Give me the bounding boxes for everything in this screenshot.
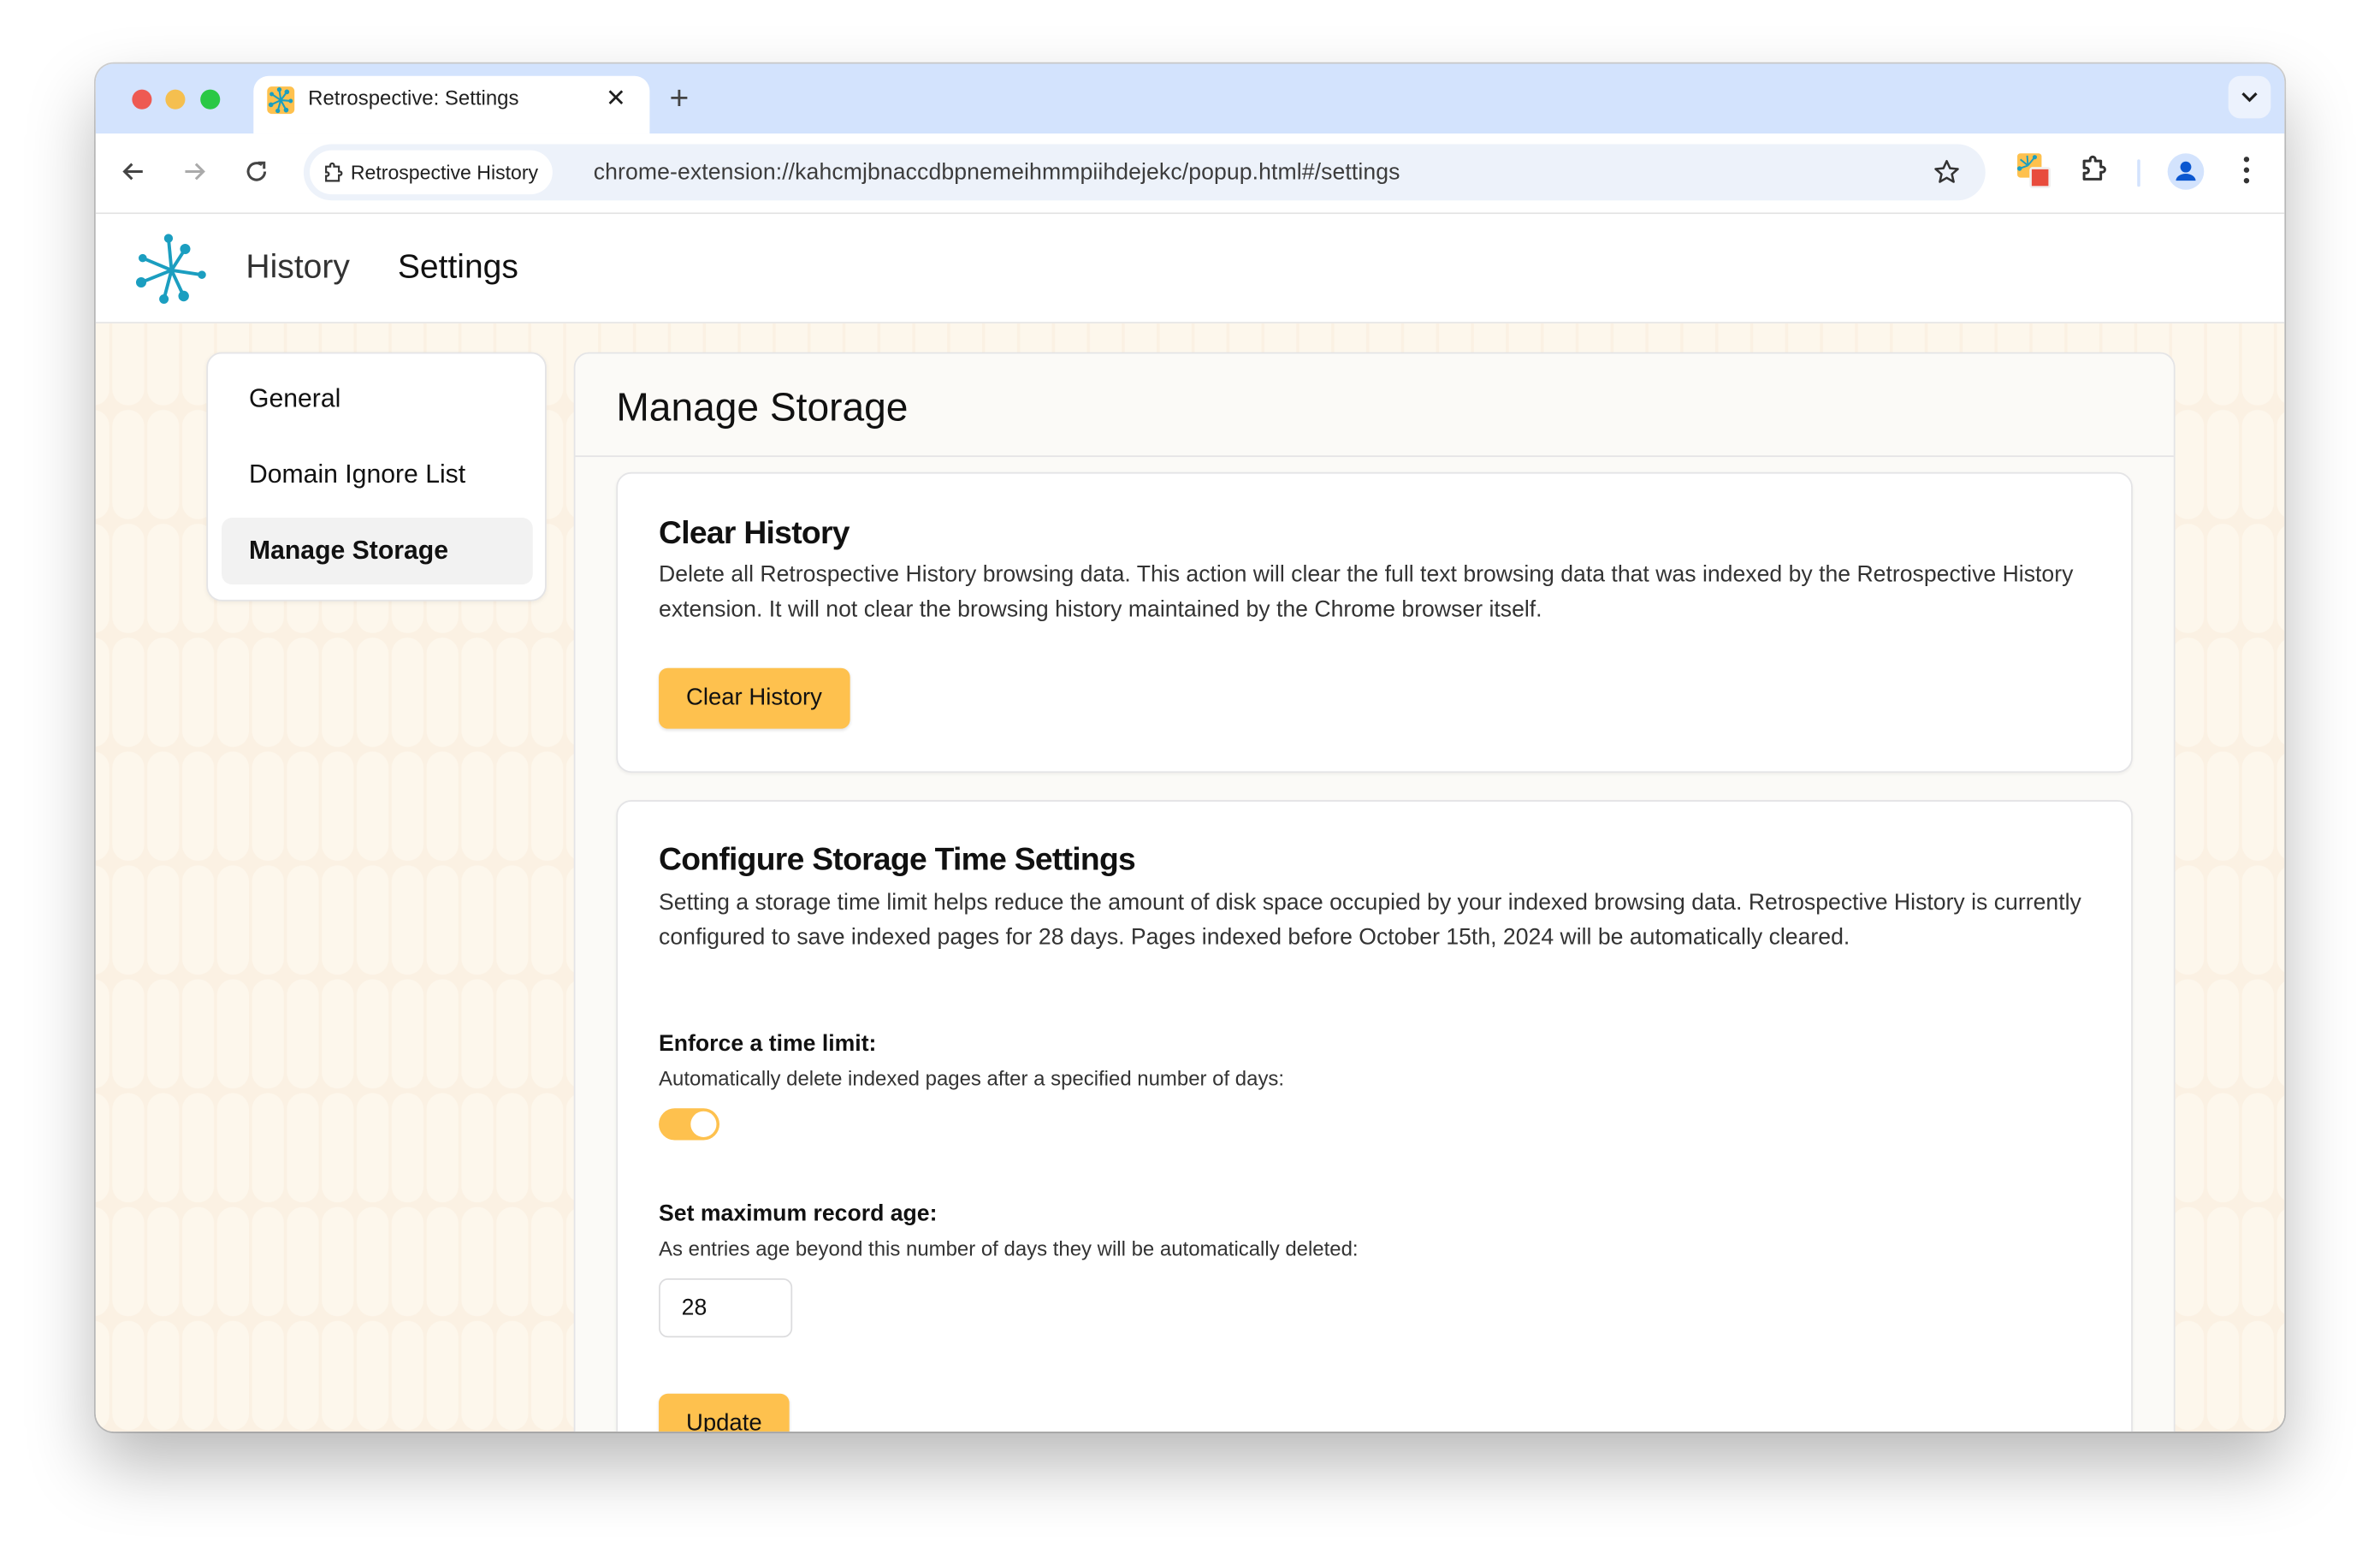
settings-content: General Domain Ignore List Manage Storag… (95, 323, 2285, 1432)
address-bar[interactable]: Retrospective History chrome-extension:/… (303, 144, 1986, 201)
chevron-down-icon (2241, 92, 2258, 103)
enforce-time-limit-label: Enforce a time limit: (659, 1030, 877, 1057)
toggle-knob (690, 1111, 717, 1137)
tab-strip: Retrospective: Settings ✕ + (95, 63, 2285, 134)
sidebar-item-label: Domain Ignore List (248, 459, 466, 489)
extensions-button[interactable] (2078, 153, 2111, 194)
asterisk-logo-icon[interactable] (135, 232, 208, 312)
url-text[interactable]: chrome-extension://kahcmjbnaccdbpnemeihm… (594, 159, 1400, 185)
sidebar-item-label: General (248, 383, 341, 413)
toolbar-divider (2137, 159, 2140, 187)
close-icon[interactable]: ✕ (606, 84, 626, 114)
page-title: Manage Storage (616, 383, 909, 430)
arrow-left-icon (122, 163, 143, 181)
max-record-age-label: Set maximum record age: (659, 1200, 938, 1227)
extension-puzzle-icon (325, 162, 343, 182)
more-vert-icon (2243, 157, 2250, 184)
storage-time-card: Configure Storage Time Settings Setting … (616, 800, 2133, 1432)
reload-button[interactable] (240, 155, 273, 188)
clear-history-description: Delete all Retrospective History browsin… (659, 561, 2074, 622)
close-window-button[interactable] (132, 89, 152, 110)
site-info-chip[interactable]: Retrospective History (309, 150, 553, 195)
sidebar-item-domain-ignore-list[interactable]: Domain Ignore List (222, 442, 533, 508)
browser-menu-button[interactable] (2233, 153, 2260, 194)
enforce-time-limit-toggle[interactable] (659, 1108, 720, 1141)
site-chip-label: Retrospective History (350, 161, 539, 184)
clear-history-heading: Clear History (659, 516, 850, 552)
panel-header: Manage Storage (575, 353, 2174, 458)
retrospective-extension-icon (2016, 153, 2051, 189)
sidebar-item-manage-storage[interactable]: Manage Storage (222, 518, 533, 585)
sidebar-item-label: Manage Storage (248, 536, 448, 566)
extensions-puzzle-icon (2082, 155, 2106, 181)
sidebar-item-general[interactable]: General (222, 366, 533, 433)
browser-window: Retrospective: Settings ✕ + Retrospectiv… (95, 63, 2285, 1432)
clear-history-card: Clear History Delete all Retrospective H… (616, 471, 2133, 774)
profile-avatar-icon (2167, 153, 2205, 190)
app-header: History Settings (95, 214, 2285, 323)
back-button[interactable] (117, 155, 151, 188)
storage-time-heading: Configure Storage Time Settings (659, 842, 1136, 878)
tab-title: Retrospective: Settings (308, 86, 519, 110)
maximize-window-button[interactable] (200, 89, 221, 110)
browser-toolbar: Retrospective History chrome-extension:/… (95, 133, 2285, 215)
max-record-age-input[interactable] (659, 1277, 793, 1338)
bookmark-button[interactable] (1933, 158, 1962, 195)
manage-storage-panel: Manage Storage Clear History Delete all … (573, 352, 2176, 1432)
reload-icon (246, 161, 267, 181)
settings-sidebar: General Domain Ignore List Manage Storag… (206, 352, 547, 602)
profile-button[interactable] (2166, 151, 2205, 199)
max-record-age-help: As entries age beyond this number of day… (659, 1237, 1359, 1260)
enforce-time-limit-help: Automatically delete indexed pages after… (659, 1067, 1285, 1090)
tab-retrospective-settings[interactable]: Retrospective: Settings ✕ (253, 75, 650, 134)
clear-history-button[interactable]: Clear History (659, 667, 850, 729)
nav-history[interactable]: History (246, 247, 349, 287)
minimize-window-button[interactable] (165, 89, 186, 110)
star-icon (1934, 159, 1959, 183)
tab-search-button[interactable] (2228, 75, 2271, 119)
retrospective-extension-button[interactable] (2016, 151, 2055, 199)
retrospective-asterisk-icon (267, 86, 295, 115)
storage-time-description: Setting a storage time limit helps reduc… (659, 889, 2081, 950)
forward-button[interactable] (178, 155, 211, 188)
plus-icon[interactable]: + (669, 79, 689, 118)
arrow-right-icon (185, 163, 205, 181)
update-button[interactable]: Update (659, 1393, 790, 1432)
nav-settings[interactable]: Settings (398, 247, 518, 287)
